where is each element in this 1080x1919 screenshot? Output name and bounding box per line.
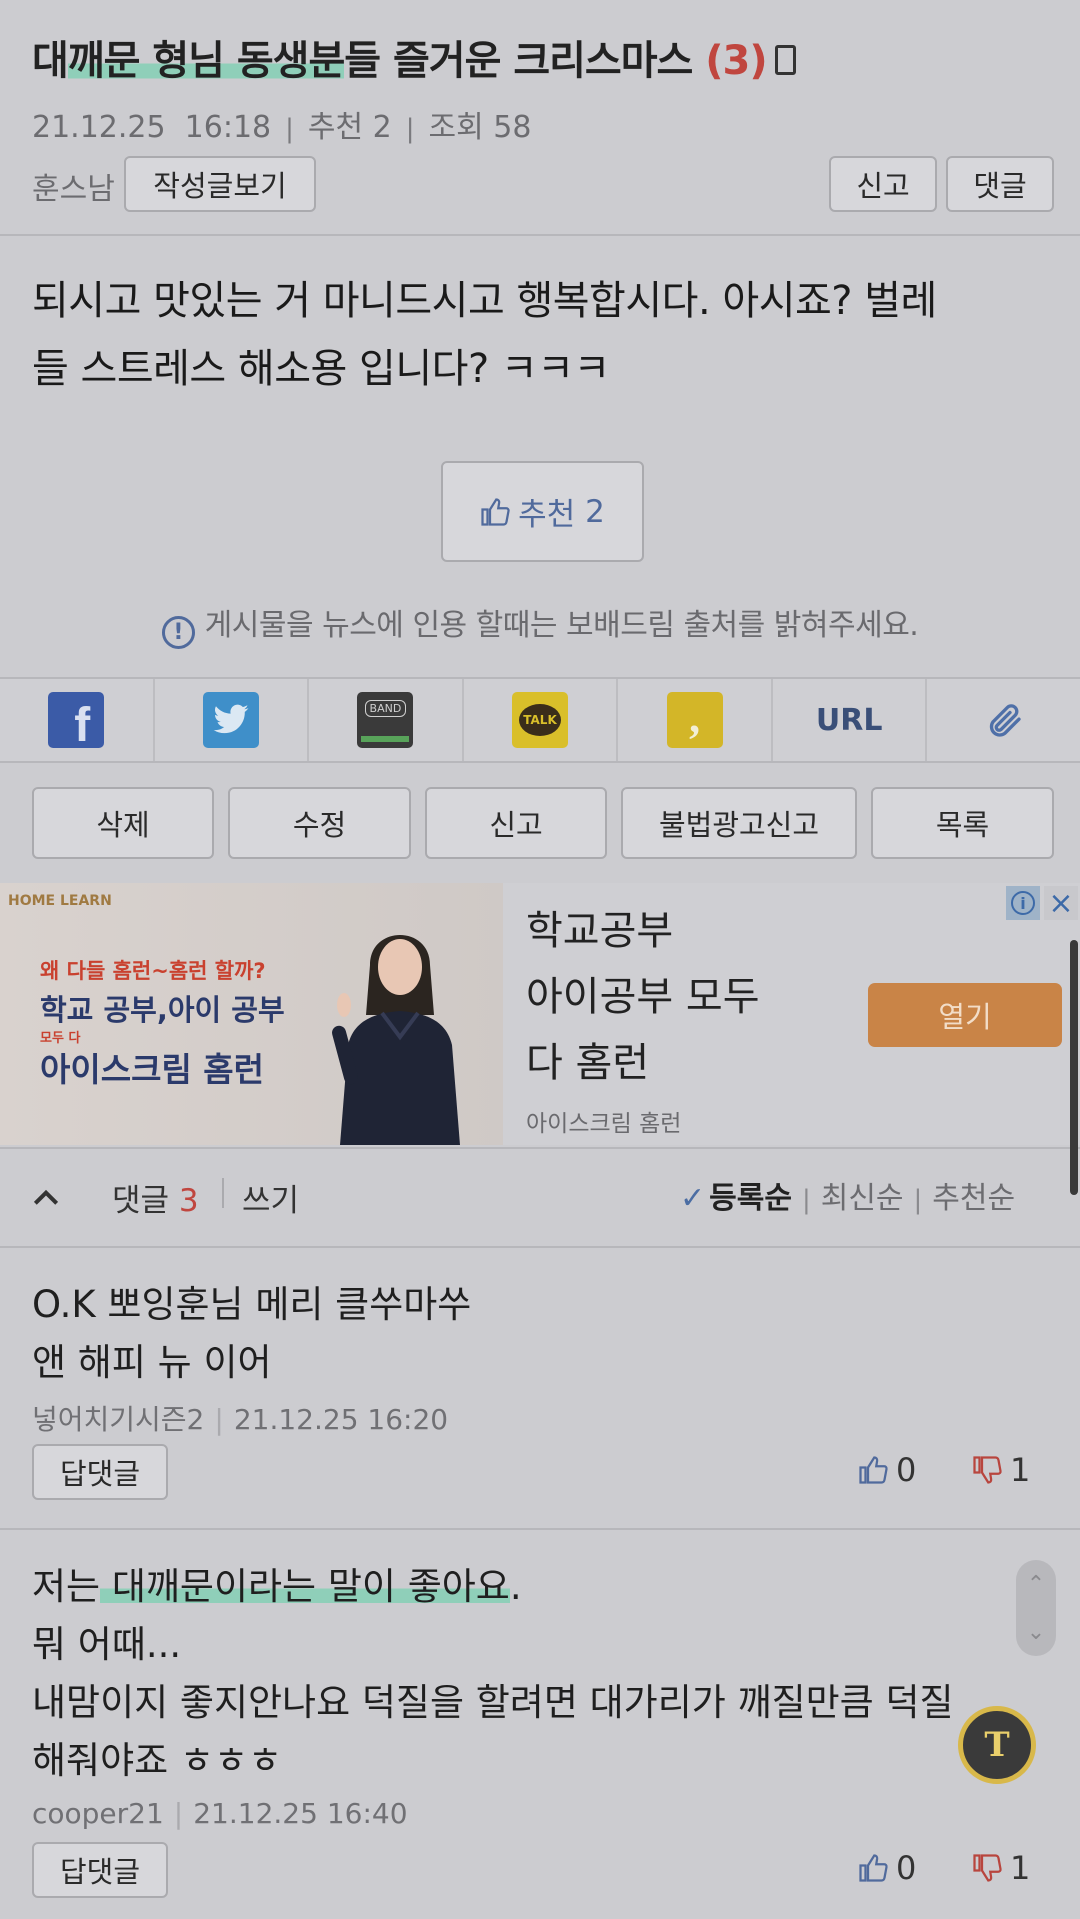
share-kakaotalk[interactable]: TALK [464, 679, 619, 761]
comments-header-divider [0, 1246, 1080, 1248]
comment-author[interactable]: 넣어치기시즌2 [32, 1403, 204, 1436]
mobile-icon [774, 45, 796, 75]
share-twitter[interactable] [155, 679, 310, 761]
write-comment-link[interactable]: 쓰기 [242, 1175, 299, 1220]
comment-datetime: 21.12.25 16:20 [233, 1403, 449, 1436]
comment-meta: 넣어치기시즌2 | 21.12.25 16:20 [32, 1403, 449, 1436]
share-kakaostory[interactable]: , [618, 679, 773, 761]
comment-divider [0, 1528, 1080, 1530]
band-icon: BAND [357, 692, 414, 748]
post-body-line: 되시고 맛있는 거 마니드시고 행복합시다. 아시죠? 벌레 [32, 278, 937, 324]
kakaotalk-icon: TALK [512, 692, 569, 748]
report-button[interactable]: 신고 [829, 156, 937, 212]
like-button[interactable]: 0 [858, 1849, 916, 1887]
title-highlight: 깨문 형님 동생분 [67, 38, 345, 84]
recommend-button[interactable]: 추천 2 [441, 461, 644, 562]
ad-headline[interactable]: 학교공부 [526, 898, 673, 956]
comment-text: O.K 뽀잉훈님 메리 클쑤마쑤 [32, 1283, 472, 1326]
edit-button[interactable]: 수정 [228, 787, 411, 859]
ad-image[interactable]: HOME LEARN 왜 다들 홈런~홈런 할까? 학교 공부,아이 공부 모두… [0, 883, 503, 1145]
sort-recommended[interactable]: 추천순 [932, 1181, 1015, 1216]
scrollbar-thumb[interactable] [1070, 940, 1078, 1195]
comment-author[interactable]: cooper21 [32, 1797, 164, 1830]
ad-model-figure [332, 935, 460, 1145]
illegal-ad-report-button[interactable]: 불법광고신고 [621, 787, 857, 859]
reply-button[interactable]: 답댓글 [32, 1842, 168, 1898]
sort-registered[interactable]: 등록순 [709, 1181, 792, 1216]
ad-headline[interactable]: 다 홈런 [526, 1030, 649, 1088]
views-count: 58 [493, 110, 532, 145]
ad-brand-logo: HOME LEARN [8, 893, 112, 909]
recommend-label: 추천 [307, 110, 364, 145]
chevron-up-icon[interactable] [30, 1182, 62, 1214]
url-label: URL [815, 702, 883, 738]
comment-text: 뭐 어때... [32, 1623, 182, 1666]
twitter-icon [202, 692, 259, 748]
share-facebook[interactable]: f [0, 679, 155, 761]
post-author[interactable]: 훈스남 [32, 164, 115, 208]
list-button[interactable]: 목록 [871, 787, 1054, 859]
comment-count-badge[interactable]: (3) [705, 38, 767, 84]
share-url[interactable]: URL [773, 679, 928, 761]
sort-bar: ✓ 등록순 | 최신순 | 추천순 [680, 1181, 1016, 1216]
ad-divider [0, 1147, 1080, 1149]
paperclip-icon [989, 704, 1021, 737]
dislike-button[interactable]: 1 [972, 1451, 1030, 1489]
header-divider [0, 234, 1080, 236]
thumbs-up-icon [859, 1456, 888, 1484]
chevron-up-icon[interactable]: ⌃ [1027, 1572, 1045, 1597]
comment-text: 앤 해피 뉴 이어 [32, 1341, 272, 1384]
comment-text: 저는 대깨문이라는 말이 좋아요. [32, 1565, 522, 1608]
post-meta: 21.12.25 16:18 | 추천 2 | 조회 58 [32, 110, 532, 145]
post-body-line: 들 스트레스 해소용 입니다? ㅋㅋㅋ [32, 346, 610, 392]
page-scroller[interactable]: ⌃ ⌄ [1016, 1560, 1056, 1656]
comment-text: 해줘야죠 ㅎㅎㅎ [32, 1739, 283, 1782]
ad-headline[interactable]: 아이공부 모두 [526, 964, 760, 1022]
report-post-button[interactable]: 신고 [425, 787, 607, 859]
thumbs-down-icon [973, 1854, 1002, 1882]
share-bar: f BAND TALK , URL [0, 677, 1080, 763]
info-icon: ! [161, 616, 195, 649]
comment-meta: cooper21 | 21.12.25 16:40 [32, 1797, 408, 1830]
post-time: 16:18 [184, 110, 272, 145]
facebook-icon: f [48, 692, 105, 752]
ad-close-icon[interactable]: × [1044, 886, 1078, 921]
like-button[interactable]: 0 [858, 1451, 916, 1489]
comment-button[interactable]: 댓글 [946, 156, 1054, 212]
recommend-count: 2 [372, 110, 392, 145]
post-date: 21.12.25 [32, 110, 166, 145]
sort-latest[interactable]: 최신순 [821, 1181, 904, 1216]
chevron-down-icon[interactable]: ⌄ [1027, 1620, 1045, 1645]
comments-label: 댓글 3 [112, 1183, 199, 1219]
post-title: 대깨문 형님 동생분들 즐거운 크리스마스 (3) [32, 28, 796, 86]
views-label: 조회 [428, 110, 484, 145]
dislike-button[interactable]: 1 [972, 1849, 1030, 1887]
separator [222, 1178, 224, 1208]
view-posts-button[interactable]: 작성글보기 [124, 156, 316, 212]
comment-text: 내맘이지 좋지안나요 덕질을 할려면 대가리가 깨질만큼 덕질 [32, 1681, 954, 1724]
ad-info-icon[interactable]: i [1006, 886, 1040, 920]
comment-datetime: 21.12.25 16:40 [193, 1797, 408, 1830]
ad-open-button[interactable]: 열기 [868, 983, 1062, 1047]
thumbs-up-icon [859, 1854, 888, 1882]
kakaostory-icon: , [666, 692, 723, 748]
share-band[interactable]: BAND [309, 679, 464, 761]
delete-button[interactable]: 삭제 [32, 787, 214, 859]
comments-count: 3 [178, 1183, 199, 1219]
translate-fab[interactable]: T [958, 1706, 1036, 1784]
reply-button[interactable]: 답댓글 [32, 1444, 168, 1500]
thumbs-up-icon [481, 497, 510, 526]
thumbs-down-icon [973, 1456, 1002, 1484]
citation-notice: ! 게시물을 뉴스에 인용 할때는 보배드림 출처를 밝혀주세요. [0, 600, 1080, 649]
ad-source: 아이스크림 홈런 [526, 1111, 682, 1137]
check-icon: ✓ [680, 1181, 706, 1216]
share-attachment[interactable] [927, 679, 1080, 761]
